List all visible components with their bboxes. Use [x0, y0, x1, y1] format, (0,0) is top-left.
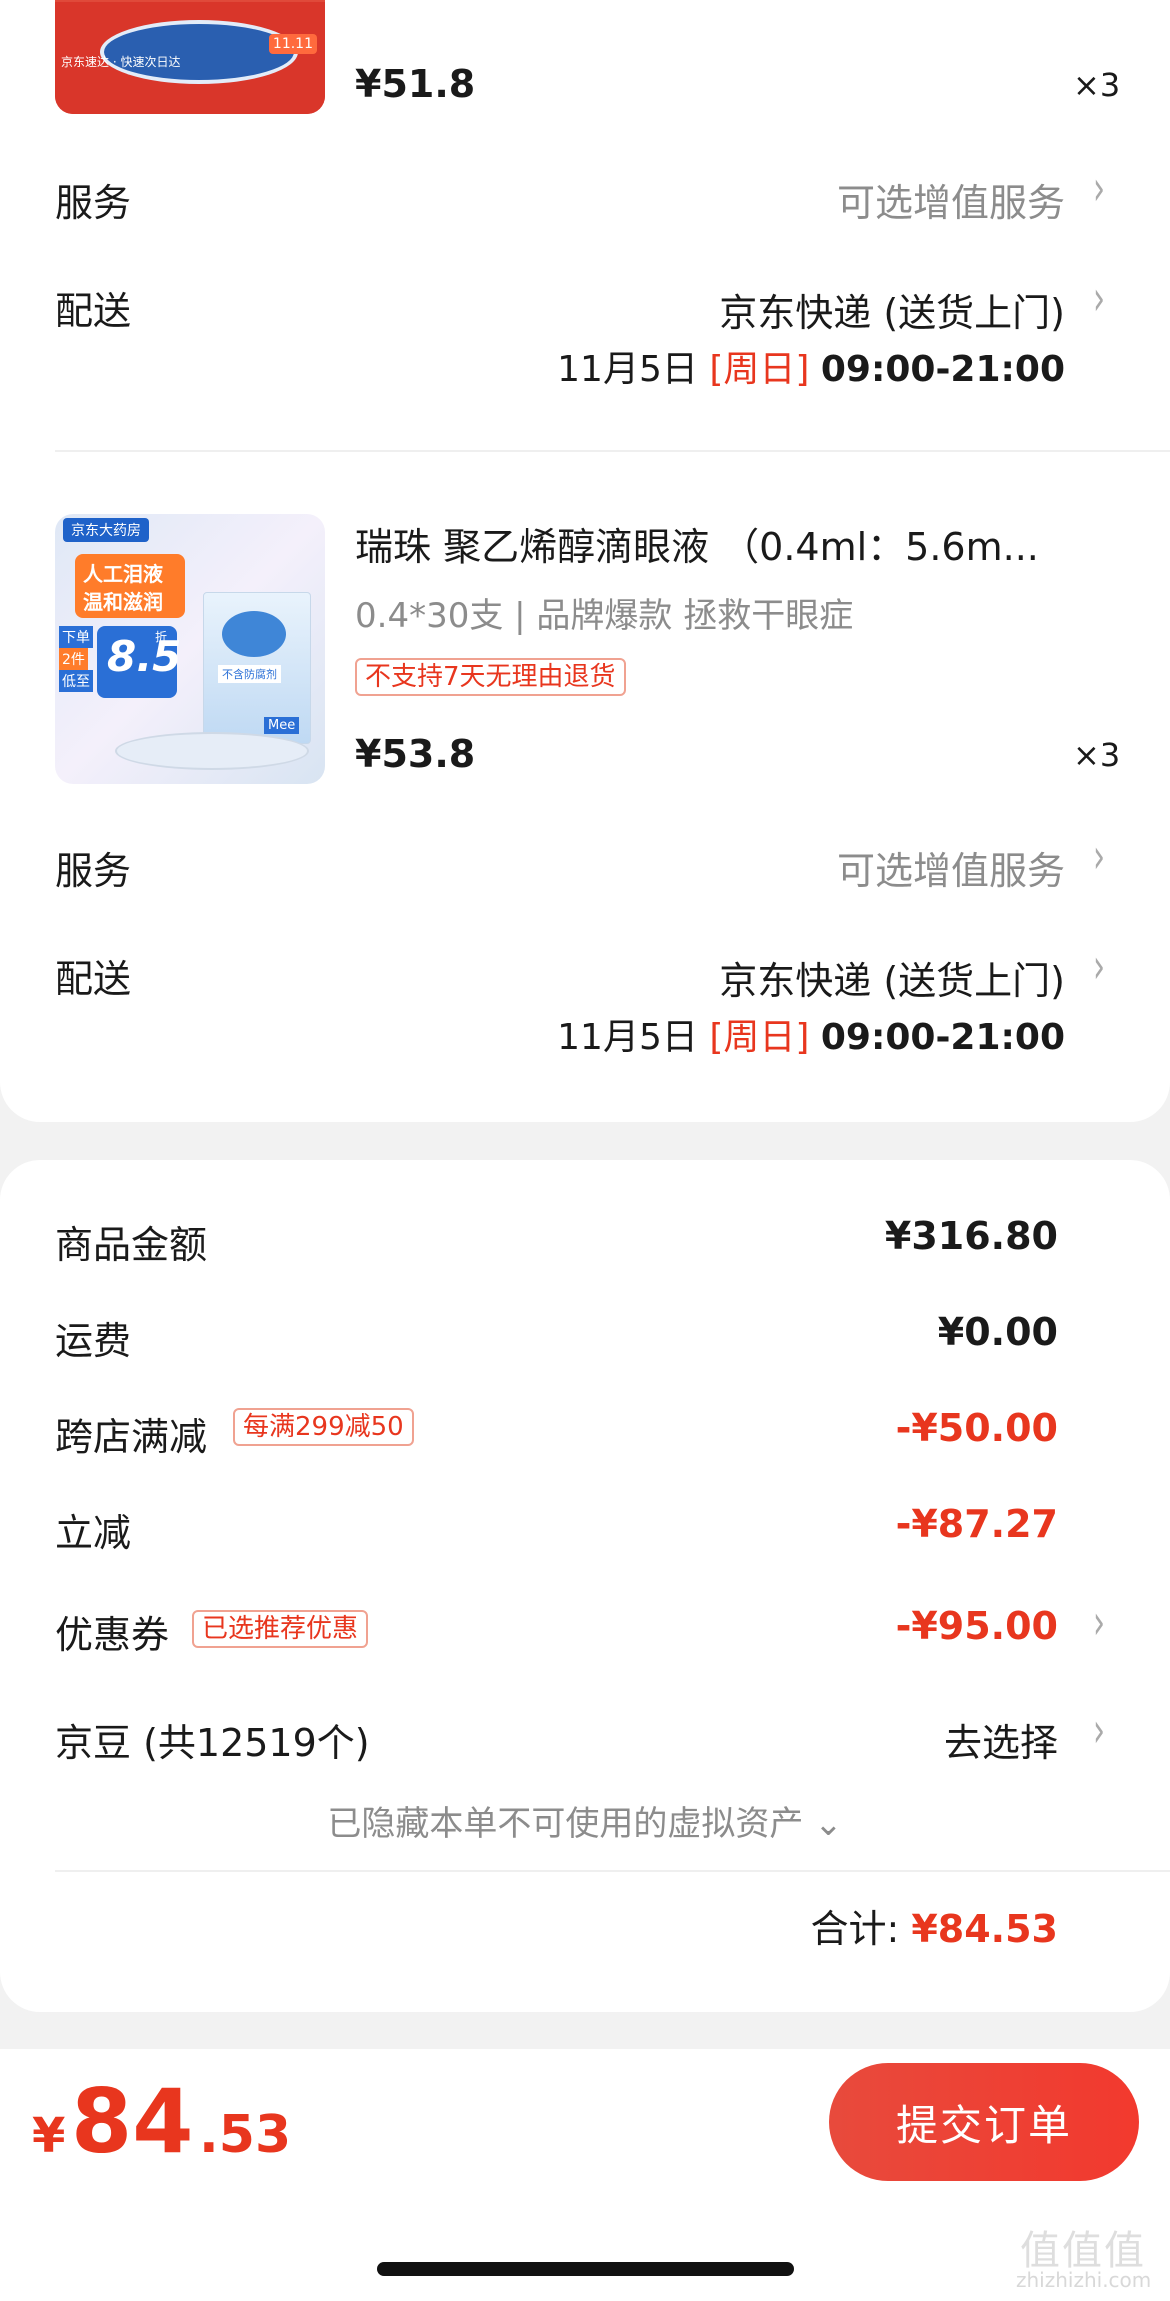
goods-amount-value: ¥316.80 — [884, 1214, 1058, 1258]
product2-quantity: ×3 — [1073, 736, 1121, 774]
product1-quantity: ×3 — [1073, 66, 1121, 104]
promo-a: 下单 — [59, 626, 93, 648]
product1-thumb-footer: 京东速达 · 快速次日达 — [61, 55, 181, 69]
submit-order-button[interactable]: 提交订单 — [829, 2063, 1139, 2181]
delivery-date-2: 11月5日 — [557, 1017, 698, 1058]
hidden-assets-toggle[interactable]: 已隐藏本单不可使用的虚拟资产 ⌄ — [0, 1796, 1170, 1845]
coupon-label: 优惠券 — [55, 1613, 170, 1657]
delivery-weekday: [周日] — [709, 349, 810, 390]
product2-thumb-banner1: 人工泪液 — [83, 562, 163, 586]
return-policy-tag: 不支持7天无理由退货 — [355, 658, 626, 696]
delivery-schedule: 11月5日 [周日] 09:00-21:00 — [557, 340, 1065, 392]
payable-currency: ¥ — [32, 2108, 66, 2164]
summary-divider — [55, 1870, 1170, 1872]
delivery-schedule-2: 11月5日 [周日] 09:00-21:00 — [557, 1008, 1065, 1060]
jd-bean-chevron-icon[interactable]: › — [1093, 1704, 1105, 1760]
product2-title[interactable]: 瑞珠 聚乙烯醇滴眼液 （0.4ml：5.6m... — [355, 516, 1039, 571]
product2-thumb-box: 不含防腐剂 Mee — [203, 592, 311, 744]
payable-decimal: .53 — [199, 2105, 292, 2165]
promo-tag: 折 — [155, 630, 168, 644]
cross-store-discount-value: -¥50.00 — [895, 1406, 1058, 1450]
home-indicator — [377, 2262, 794, 2276]
box-brand: Mee — [264, 717, 300, 734]
service-value-2[interactable]: 可选增值服务 — [837, 840, 1065, 895]
jd-bean-value[interactable]: 去选择 — [944, 1712, 1058, 1767]
coupon-tag: 已选推荐优惠 — [192, 1610, 369, 1648]
promo-c: 低至 — [59, 670, 93, 692]
shipping-value: ¥0.00 — [937, 1310, 1058, 1354]
delivery-weekday-2: [周日] — [709, 1017, 810, 1058]
box-label: 不含防腐剂 — [218, 665, 281, 683]
shipping-label: 运费 — [55, 1319, 132, 1363]
delivery-method-2[interactable]: 京东快递 (送货上门) — [719, 950, 1065, 1005]
instant-discount-value: -¥87.27 — [895, 1502, 1058, 1546]
product2-price: ¥53.8 — [355, 732, 476, 776]
total-row: 合计: ¥84.53 — [810, 1898, 1058, 1953]
delivery-label-2: 配送 — [55, 957, 132, 1001]
price-summary-card: 商品金额 ¥316.80 运费 ¥0.00 跨店满减 每满299减50 -¥50… — [0, 1160, 1170, 2012]
product2-subtitle: 0.4*30支 | 品牌爆款 拯救干眼症 — [355, 596, 854, 636]
service-value[interactable]: 可选增值服务 — [837, 172, 1065, 227]
goods-amount-label: 商品金额 — [55, 1223, 208, 1267]
item-divider — [55, 450, 1170, 452]
delivery-date: 11月5日 — [557, 349, 698, 390]
service-label-2: 服务 — [55, 849, 132, 893]
coupon-chevron-icon[interactable]: › — [1093, 1596, 1105, 1652]
delivery-label: 配送 — [55, 289, 132, 333]
total-value: ¥84.53 — [911, 1907, 1058, 1951]
delivery-method[interactable]: 京东快递 (送货上门) — [719, 282, 1065, 337]
instant-discount-label: 立减 — [55, 1511, 132, 1555]
payable-integer: 84 — [70, 2070, 194, 2173]
coupon-value[interactable]: -¥95.00 — [896, 1604, 1058, 1648]
delivery-time: 09:00-21:00 — [820, 349, 1065, 390]
product1-thumbnail[interactable]: 京东速达 · 快速次日达 11.11 — [55, 0, 325, 114]
watermark-domain: zhizhizhi.com — [1016, 2268, 1152, 2292]
payable-amount: ¥ 84 .53 — [32, 2070, 291, 2173]
service-chevron-icon[interactable]: › — [1093, 162, 1105, 218]
product2-thumbnail[interactable]: 京东大药房 人工泪液 温和滋润 下单 2件 低至 8.5 折 不含防腐剂 Mee — [55, 514, 325, 784]
cross-store-discount-label: 跨店满减 — [55, 1415, 208, 1459]
product2-thumb-promo: 下单 2件 低至 8.5 折 — [59, 626, 181, 698]
promo-price: 8.5 — [107, 632, 182, 681]
promo-b: 2件 — [59, 648, 88, 670]
service-label: 服务 — [55, 181, 132, 225]
delivery-chevron-icon-2[interactable]: › — [1093, 940, 1105, 996]
cross-store-discount-tag: 每满299减50 — [233, 1408, 414, 1446]
order-items-card: 京东速达 · 快速次日达 11.11 ¥51.8 ×3 服务 可选增值服务 › … — [0, 0, 1170, 1122]
service-chevron-icon-2[interactable]: › — [1093, 830, 1105, 886]
product2-thumb-store: 京东大药房 — [63, 518, 149, 542]
total-label: 合计: — [810, 1907, 900, 1951]
jd-bean-label: 京豆 (共12519个) — [55, 1721, 370, 1765]
product1-thumb-badge: 11.11 — [268, 34, 317, 54]
product2-thumb-banner: 人工泪液 温和滋润 — [75, 554, 185, 618]
product2-thumb-banner2: 温和滋润 — [83, 590, 163, 614]
delivery-chevron-icon[interactable]: › — [1093, 272, 1105, 328]
delivery-time-2: 09:00-21:00 — [820, 1017, 1065, 1058]
product1-price: ¥51.8 — [355, 62, 476, 106]
